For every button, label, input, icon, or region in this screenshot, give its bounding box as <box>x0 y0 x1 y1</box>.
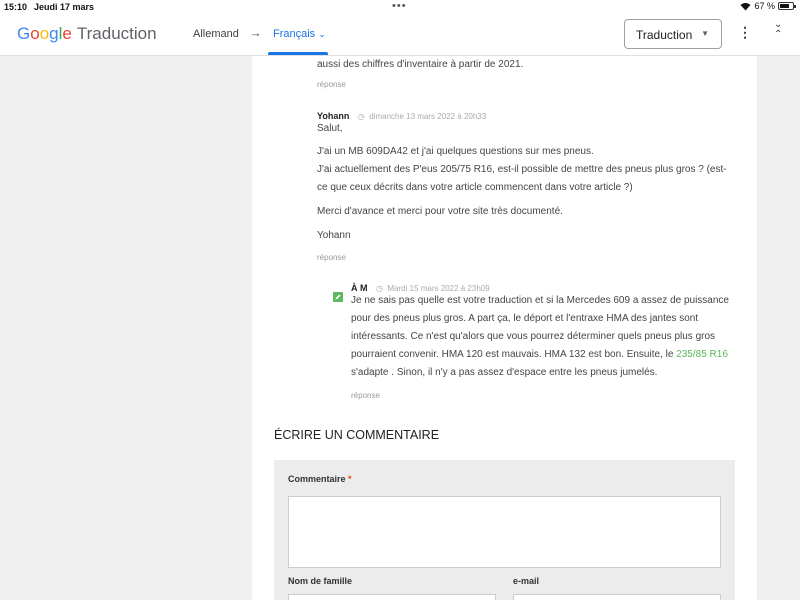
comment-textarea[interactable] <box>288 496 721 568</box>
logo-letter: g <box>49 24 59 43</box>
target-language-dropdown[interactable]: Français ⌄ <box>273 28 326 40</box>
comment-label-text: Commentaire <box>288 474 346 484</box>
comment-date: dimanche 13 mars 2022 à 20h33 <box>369 112 487 121</box>
translation-mode-label: Traduction <box>636 28 693 42</box>
comment-paragraph: Salut, <box>317 123 343 134</box>
reply-link[interactable]: réponse <box>351 391 380 400</box>
comment-signature: Yohann <box>317 230 351 241</box>
more-vert-icon[interactable]: ⋮ <box>738 24 752 41</box>
logo-suffix: Traduction <box>76 24 157 43</box>
comment-form: Commentaire * Nom de famille e-mail <box>274 460 735 600</box>
email-input[interactable] <box>513 594 721 600</box>
logo-letter: o <box>39 24 50 43</box>
logo-letter: o <box>30 24 40 43</box>
translate-toolbar: Google Traduction Allemand → Français ⌄ T… <box>0 14 800 56</box>
write-comment-heading: ÉCRIRE UN COMMENTAIRE <box>274 428 440 442</box>
source-language[interactable]: Allemand <box>193 28 239 40</box>
translation-mode-select[interactable]: Traduction ▼ <box>624 19 722 49</box>
target-language-label: Français <box>273 28 316 40</box>
comment-field-label: Commentaire * <box>288 474 352 484</box>
edit-icon[interactable] <box>333 292 343 302</box>
comment-body: Je ne sais pas quelle est votre traducti… <box>351 292 736 382</box>
reply-link[interactable]: réponse <box>317 253 346 262</box>
logo-letter: e <box>62 24 72 43</box>
lastname-input[interactable] <box>288 594 496 600</box>
lastname-label: Nom de famille <box>288 576 353 586</box>
battery-icon <box>778 2 796 10</box>
status-date: Jeudi 17 mars <box>34 2 95 12</box>
tire-size-link[interactable]: 235/85 R16 <box>676 349 728 360</box>
battery-fill <box>780 4 790 8</box>
comment-paragraph: Merci d'avance et merci pour votre site … <box>317 206 563 217</box>
status-time: 15:10 <box>4 2 28 12</box>
arrow-right-icon: → <box>249 25 262 40</box>
comment-paragraph: J'ai actuellement des P'eus 205/75 R16, … <box>317 164 727 193</box>
email-label: e-mail <box>513 576 540 586</box>
multitask-dots-icon[interactable]: ••• <box>392 0 407 12</box>
chevron-down-icon: ⌄ <box>318 29 326 39</box>
reply-link[interactable]: réponse <box>317 80 346 89</box>
comment-text: s'adapte . Sinon, il n'y a pas assez d'e… <box>351 367 658 378</box>
comment-paragraph: J'ai un MB 609DA42 et j'ai quelques ques… <box>317 146 594 157</box>
article-page: aussi des chiffres d'inventaire à partir… <box>252 56 757 600</box>
google-translate-logo: Google Traduction <box>17 24 157 44</box>
wifi-icon <box>740 2 751 10</box>
previous-comment-tail: aussi des chiffres d'inventaire à partir… <box>317 59 524 70</box>
required-mark: * <box>348 474 352 484</box>
active-language-underline <box>268 52 328 55</box>
battery-percent: 67 % <box>754 1 775 11</box>
logo-letter: G <box>17 24 31 43</box>
status-right: 67 % <box>740 1 796 11</box>
dropdown-caret-icon: ▼ <box>701 29 709 38</box>
collapse-icon[interactable]: ⌄ ⌃ <box>774 20 782 40</box>
comment-text: Je ne sais pas quelle est votre traducti… <box>351 295 729 360</box>
logo-google-word: Google <box>17 24 72 44</box>
clock-icon: ◷ <box>357 112 365 121</box>
status-bar: 15:10 Jeudi 17 mars ••• 67 % <box>0 0 800 14</box>
